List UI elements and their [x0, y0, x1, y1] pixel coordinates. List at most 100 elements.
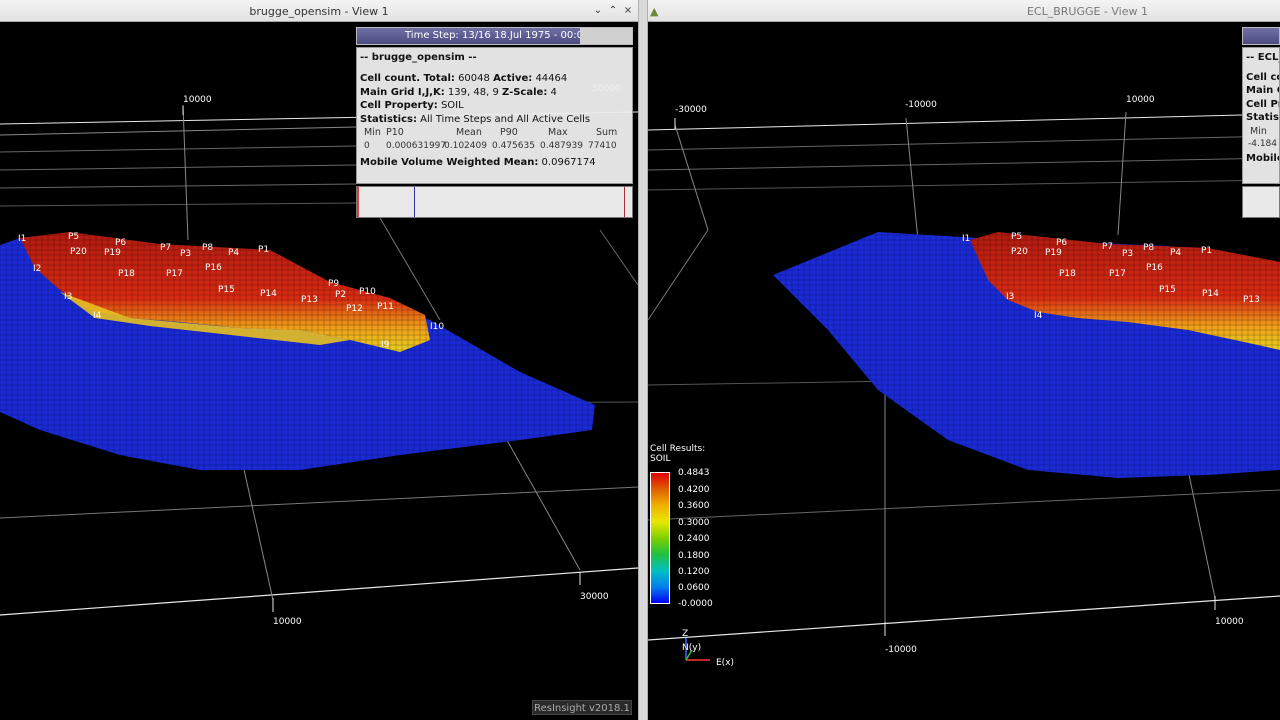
axis-label: 10000 [1215, 617, 1244, 627]
legend-tick: 0.3000 [678, 518, 710, 528]
well-label: P3 [180, 249, 191, 259]
well-label: P6 [115, 238, 126, 248]
left-view-titlebar[interactable]: brugge_opensim - View 1 ⌄ ⌃ × [0, 0, 638, 22]
stat-value: 0.487939 [540, 140, 583, 151]
well-label: P14 [260, 289, 277, 299]
stat-value: 0.475635 [492, 140, 535, 151]
well-label: P4 [228, 248, 239, 258]
right-cell-property: Cell Pr [1246, 98, 1280, 110]
well-label: P5 [68, 232, 79, 242]
right-3d-scene[interactable]: I1 P5 P20 P19 P6 P7 P3 P8 P4 P1 P18 P17 … [648, 22, 1280, 720]
well-label: P15 [1159, 285, 1176, 295]
legend-property: SOIL [650, 454, 671, 464]
stat-header: P10 [386, 127, 404, 138]
zscale-label: Z-Scale: [502, 86, 548, 98]
right-histogram [1242, 186, 1280, 218]
stat-header: P90 [500, 127, 518, 138]
well-label: P18 [1059, 269, 1076, 279]
well-label: P13 [1243, 295, 1260, 305]
stat-header: Max [548, 127, 568, 138]
axis-label: 10000 [1126, 95, 1155, 105]
histogram-p10-marker [414, 187, 415, 217]
active-label: Active: [493, 73, 533, 84]
well-label: P14 [1202, 289, 1219, 299]
maximize-button[interactable]: ⌃ [607, 5, 619, 17]
triad-x-label: E(x) [716, 658, 734, 668]
well-label: P17 [1109, 269, 1126, 279]
info-panel: -- brugge_opensim -- Cell count. Total: … [356, 47, 633, 184]
well-label: P20 [1011, 247, 1028, 257]
legend-tick: 0.2400 [678, 534, 710, 544]
version-badge: ResInsight v2018.1 [532, 700, 632, 715]
well-label: P19 [104, 248, 121, 258]
right-time-step-bar [1242, 27, 1280, 45]
well-label: P5 [1011, 232, 1022, 242]
histogram-p90-marker [624, 187, 625, 217]
axis-label: -30000 [675, 105, 707, 115]
statistics-label: Statistics: [360, 113, 417, 125]
property-label: Cell Property: [360, 100, 438, 111]
legend-title: Cell Results: [650, 444, 706, 454]
well-label: P7 [160, 243, 171, 253]
time-step-progress [580, 28, 632, 44]
left-3d-view[interactable]: brugge_opensim - View 1 ⌄ ⌃ × I1 P5 P20 … [0, 0, 638, 720]
legend-tick: 0.4200 [678, 485, 710, 495]
stat-header: Min [364, 127, 381, 138]
right-view-title: ECL_BRUGGE - View 1 [1026, 5, 1148, 18]
well-label: P10 [359, 287, 376, 297]
view-splitter[interactable] [638, 0, 648, 720]
well-label: P8 [202, 243, 213, 253]
right-mobile-volume: Mobile [1246, 152, 1280, 164]
legend-tick: 0.1800 [678, 551, 710, 561]
histogram [356, 186, 633, 218]
axis-label: 10000 [183, 95, 212, 105]
axis-label: 10000 [273, 617, 302, 627]
well-label: I9 [381, 340, 390, 350]
well-label: P12 [346, 304, 363, 314]
well-label: I3 [64, 292, 72, 302]
well-label: P3 [1122, 249, 1133, 259]
case-name: -- brugge_opensim -- [360, 52, 477, 63]
restore-icon[interactable]: ▲ [650, 5, 658, 18]
well-label: P1 [1201, 246, 1212, 256]
well-label: I4 [93, 311, 102, 321]
stat-header: Sum [596, 127, 618, 138]
well-label: P19 [1045, 248, 1062, 258]
right-stat-min-header: Min [1250, 125, 1267, 137]
cell-count-label: Cell count. Total: [360, 73, 455, 84]
minimize-button[interactable]: ⌄ [592, 5, 604, 17]
legend-color-bar [650, 472, 670, 604]
well-label: I2 [33, 264, 41, 274]
right-stat-min-value: -4.184 [1248, 139, 1278, 149]
well-label: I1 [962, 234, 970, 244]
axis-label: -10000 [885, 645, 917, 655]
right-view-titlebar[interactable]: ▲ ECL_BRUGGE - View 1 [648, 0, 1280, 22]
zscale-value: 4 [550, 86, 557, 98]
close-button[interactable]: × [622, 5, 634, 17]
grid-label: Main Grid I,J,K: [360, 86, 445, 98]
well-label: P8 [1143, 243, 1154, 253]
well-label: P9 [328, 279, 339, 289]
well-label: P13 [301, 295, 318, 305]
well-label: P15 [218, 285, 235, 295]
legend-tick: 0.4843 [678, 468, 710, 478]
cell-count-total: 60048 [458, 73, 490, 84]
right-main-grid: Main G [1246, 85, 1279, 96]
stat-value: 0.102409 [444, 140, 487, 151]
legend-tick: -0.0000 [678, 599, 713, 609]
well-label: I1 [18, 234, 26, 244]
mobile-volume-label: Mobile Volume Weighted Mean: [360, 157, 539, 168]
well-label: P16 [205, 263, 222, 273]
grid-value: 139, 48, 9 [447, 86, 499, 98]
well-label: I4 [1034, 311, 1043, 321]
stat-header-row: Min P10 Mean P90 Max Sum [360, 127, 629, 141]
stat-header: Mean [456, 127, 482, 138]
triad-z-label: Z [682, 629, 688, 639]
statistics-value: All Time Steps and All Active Cells [420, 113, 591, 125]
axis-label: -10000 [905, 100, 937, 110]
time-step-label: Time Step: 13/16 18.Jul 1975 - 00:00 [405, 30, 590, 41]
legend-tick: 0.3600 [678, 501, 710, 511]
right-3d-view[interactable]: ▲ ECL_BRUGGE - View 1 I1 P5 P20 P19 P6 P… [648, 0, 1280, 720]
axis-label: 30000 [580, 592, 609, 602]
stat-value: 77410 [588, 140, 617, 151]
